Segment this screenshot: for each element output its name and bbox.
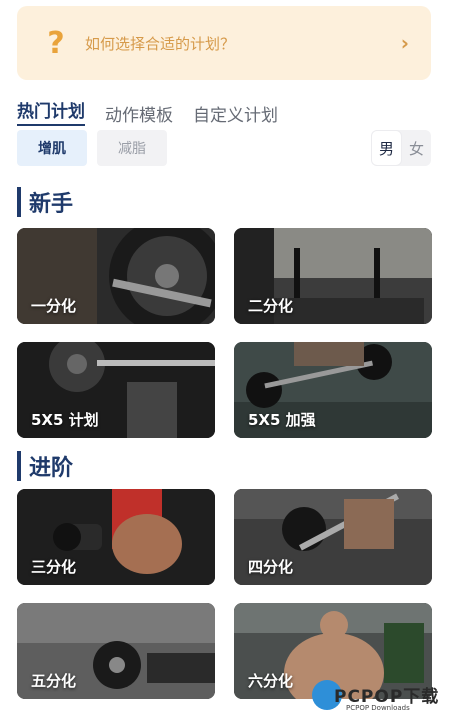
plan-card[interactable]: 五分化 bbox=[17, 603, 215, 699]
section-title: 进阶 bbox=[29, 456, 74, 481]
plan-card-label: 四分化 bbox=[248, 558, 294, 576]
plan-card-label: 5X5 加强 bbox=[248, 411, 316, 429]
plan-card[interactable]: 5X5 加强 bbox=[234, 342, 432, 438]
plan-card[interactable]: 三分化 bbox=[17, 489, 215, 585]
plan-card[interactable]: 二分化 bbox=[234, 228, 432, 324]
gender-male-option[interactable]: 男 bbox=[371, 130, 402, 166]
plan-card-label: 二分化 bbox=[248, 297, 294, 315]
plan-help-text: 如何选择合适的计划？ bbox=[85, 34, 236, 53]
plan-card-label: 一分化 bbox=[31, 297, 77, 315]
goal-muscle-gain-button[interactable]: 增肌 bbox=[17, 130, 87, 166]
section-title: 新手 bbox=[29, 192, 74, 217]
plan-card-label: 5X5 计划 bbox=[31, 411, 99, 429]
plan-card-label: 六分化 bbox=[248, 672, 294, 690]
tab-exercise-templates[interactable]: 动作模板 bbox=[105, 101, 173, 126]
section-accent-bar bbox=[17, 187, 21, 217]
goal-label: 减脂 bbox=[118, 141, 146, 157]
tab-label: 热门计划 bbox=[17, 102, 85, 122]
goal-label: 增肌 bbox=[38, 141, 66, 157]
section-header-beginner: 新手 bbox=[17, 186, 73, 218]
section-header-advanced: 进阶 bbox=[17, 450, 73, 482]
section-accent-bar bbox=[17, 451, 21, 481]
gender-toggle: 男 女 bbox=[371, 130, 431, 166]
active-tab-underline bbox=[17, 124, 85, 126]
site-watermark: PCPOP下载 PCPOP Downloads bbox=[312, 680, 447, 720]
watermark-subtitle: PCPOP Downloads bbox=[346, 704, 410, 712]
plan-help-banner[interactable]: ? 如何选择合适的计划？ › bbox=[17, 6, 431, 80]
plan-card-label: 三分化 bbox=[31, 558, 77, 576]
chevron-right-icon: › bbox=[400, 31, 409, 55]
tab-custom-plans[interactable]: 自定义计划 bbox=[193, 101, 278, 126]
tab-label: 自定义计划 bbox=[193, 106, 278, 126]
plan-card-label: 五分化 bbox=[31, 672, 77, 690]
plan-card[interactable]: 5X5 计划 bbox=[17, 342, 215, 438]
tab-hot-plans[interactable]: 热门计划 bbox=[17, 97, 85, 126]
tab-label: 动作模板 bbox=[105, 106, 173, 126]
gender-female-option[interactable]: 女 bbox=[402, 130, 431, 166]
plan-card[interactable]: 四分化 bbox=[234, 489, 432, 585]
plan-card[interactable]: 一分化 bbox=[17, 228, 215, 324]
question-icon: ? bbox=[47, 25, 65, 61]
goal-fat-loss-button[interactable]: 减脂 bbox=[97, 130, 167, 166]
plan-tabs: 热门计划 动作模板 自定义计划 bbox=[17, 98, 298, 126]
